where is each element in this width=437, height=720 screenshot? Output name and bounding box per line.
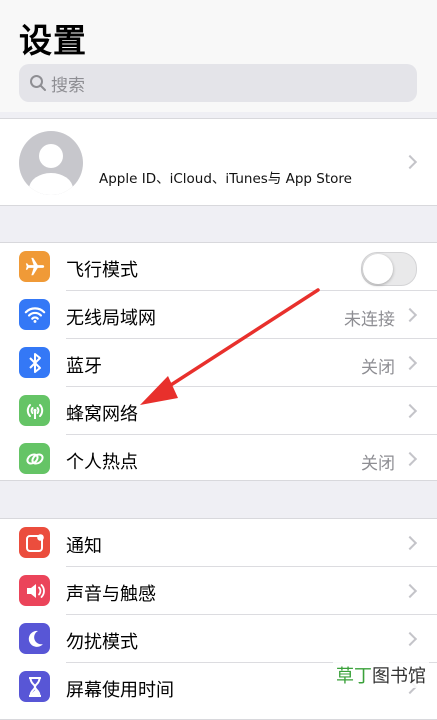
apple-id-label: Apple ID、iCloud、iTunes与 App Store xyxy=(99,171,352,187)
search-placeholder: 搜索 xyxy=(51,75,85,96)
row-label: 屏幕使用时间 xyxy=(66,680,174,701)
row-do-not-disturb[interactable]: 勿扰模式 xyxy=(0,615,437,663)
airplane-mode-toggle[interactable] xyxy=(361,252,417,286)
watermark-part2: 图书馆 xyxy=(372,666,426,687)
hotspot-icon xyxy=(19,443,50,474)
row-value: 关闭 xyxy=(361,454,395,474)
chevron-right-icon xyxy=(402,154,418,170)
row-notifications[interactable]: 通知 xyxy=(0,519,437,567)
watermark-part1: 草丁 xyxy=(336,666,372,687)
row-label: 个人热点 xyxy=(66,452,138,473)
bluetooth-icon xyxy=(19,347,50,378)
row-bluetooth[interactable]: 蓝牙 关闭 xyxy=(0,339,437,387)
row-label: 无线局域网 xyxy=(66,308,156,329)
avatar xyxy=(19,131,83,195)
row-personal-hotspot[interactable]: 个人热点 关闭 xyxy=(0,435,437,483)
chevron-right-icon xyxy=(402,631,418,647)
header: 设置 搜索 xyxy=(0,0,437,112)
search-icon xyxy=(30,75,46,91)
chevron-right-icon xyxy=(402,535,418,551)
chevron-right-icon xyxy=(402,307,418,323)
apple-id-row[interactable]: Apple ID、iCloud、iTunes与 App Store xyxy=(0,118,437,206)
page-title: 设置 xyxy=(19,21,87,60)
sound-icon xyxy=(19,575,50,606)
row-wifi[interactable]: 无线局域网 未连接 xyxy=(0,291,437,339)
row-label: 飞行模式 xyxy=(66,260,138,281)
chevron-right-icon xyxy=(402,355,418,371)
row-cellular[interactable]: 蜂窝网络 xyxy=(0,387,437,435)
notifications-group: 通知 声音与触感 勿扰模式 屏幕使用时间 xyxy=(0,518,437,720)
notification-icon xyxy=(19,527,50,558)
search-field[interactable]: 搜索 xyxy=(19,64,417,102)
row-label: 蜂窝网络 xyxy=(66,404,138,425)
chevron-right-icon xyxy=(402,451,418,467)
row-value: 关闭 xyxy=(361,358,395,378)
cellular-icon xyxy=(19,395,50,426)
row-value: 未连接 xyxy=(344,310,395,330)
airplane-icon xyxy=(19,251,50,282)
row-airplane-mode[interactable]: 飞行模式 xyxy=(0,243,437,291)
row-label: 蓝牙 xyxy=(66,356,102,377)
row-label: 声音与触感 xyxy=(66,584,156,605)
row-label: 通知 xyxy=(66,536,102,557)
moon-icon xyxy=(19,623,50,654)
wifi-icon xyxy=(19,299,50,330)
chevron-right-icon xyxy=(402,583,418,599)
row-sounds-haptics[interactable]: 声音与触感 xyxy=(0,567,437,615)
connectivity-group: 飞行模式 无线局域网 未连接 蓝牙 关闭 蜂窝网络 个人热点 关闭 xyxy=(0,242,437,481)
row-label: 勿扰模式 xyxy=(66,632,138,653)
watermark: 草丁图书馆 xyxy=(333,662,429,688)
chevron-right-icon xyxy=(402,403,418,419)
hourglass-icon xyxy=(19,671,50,702)
